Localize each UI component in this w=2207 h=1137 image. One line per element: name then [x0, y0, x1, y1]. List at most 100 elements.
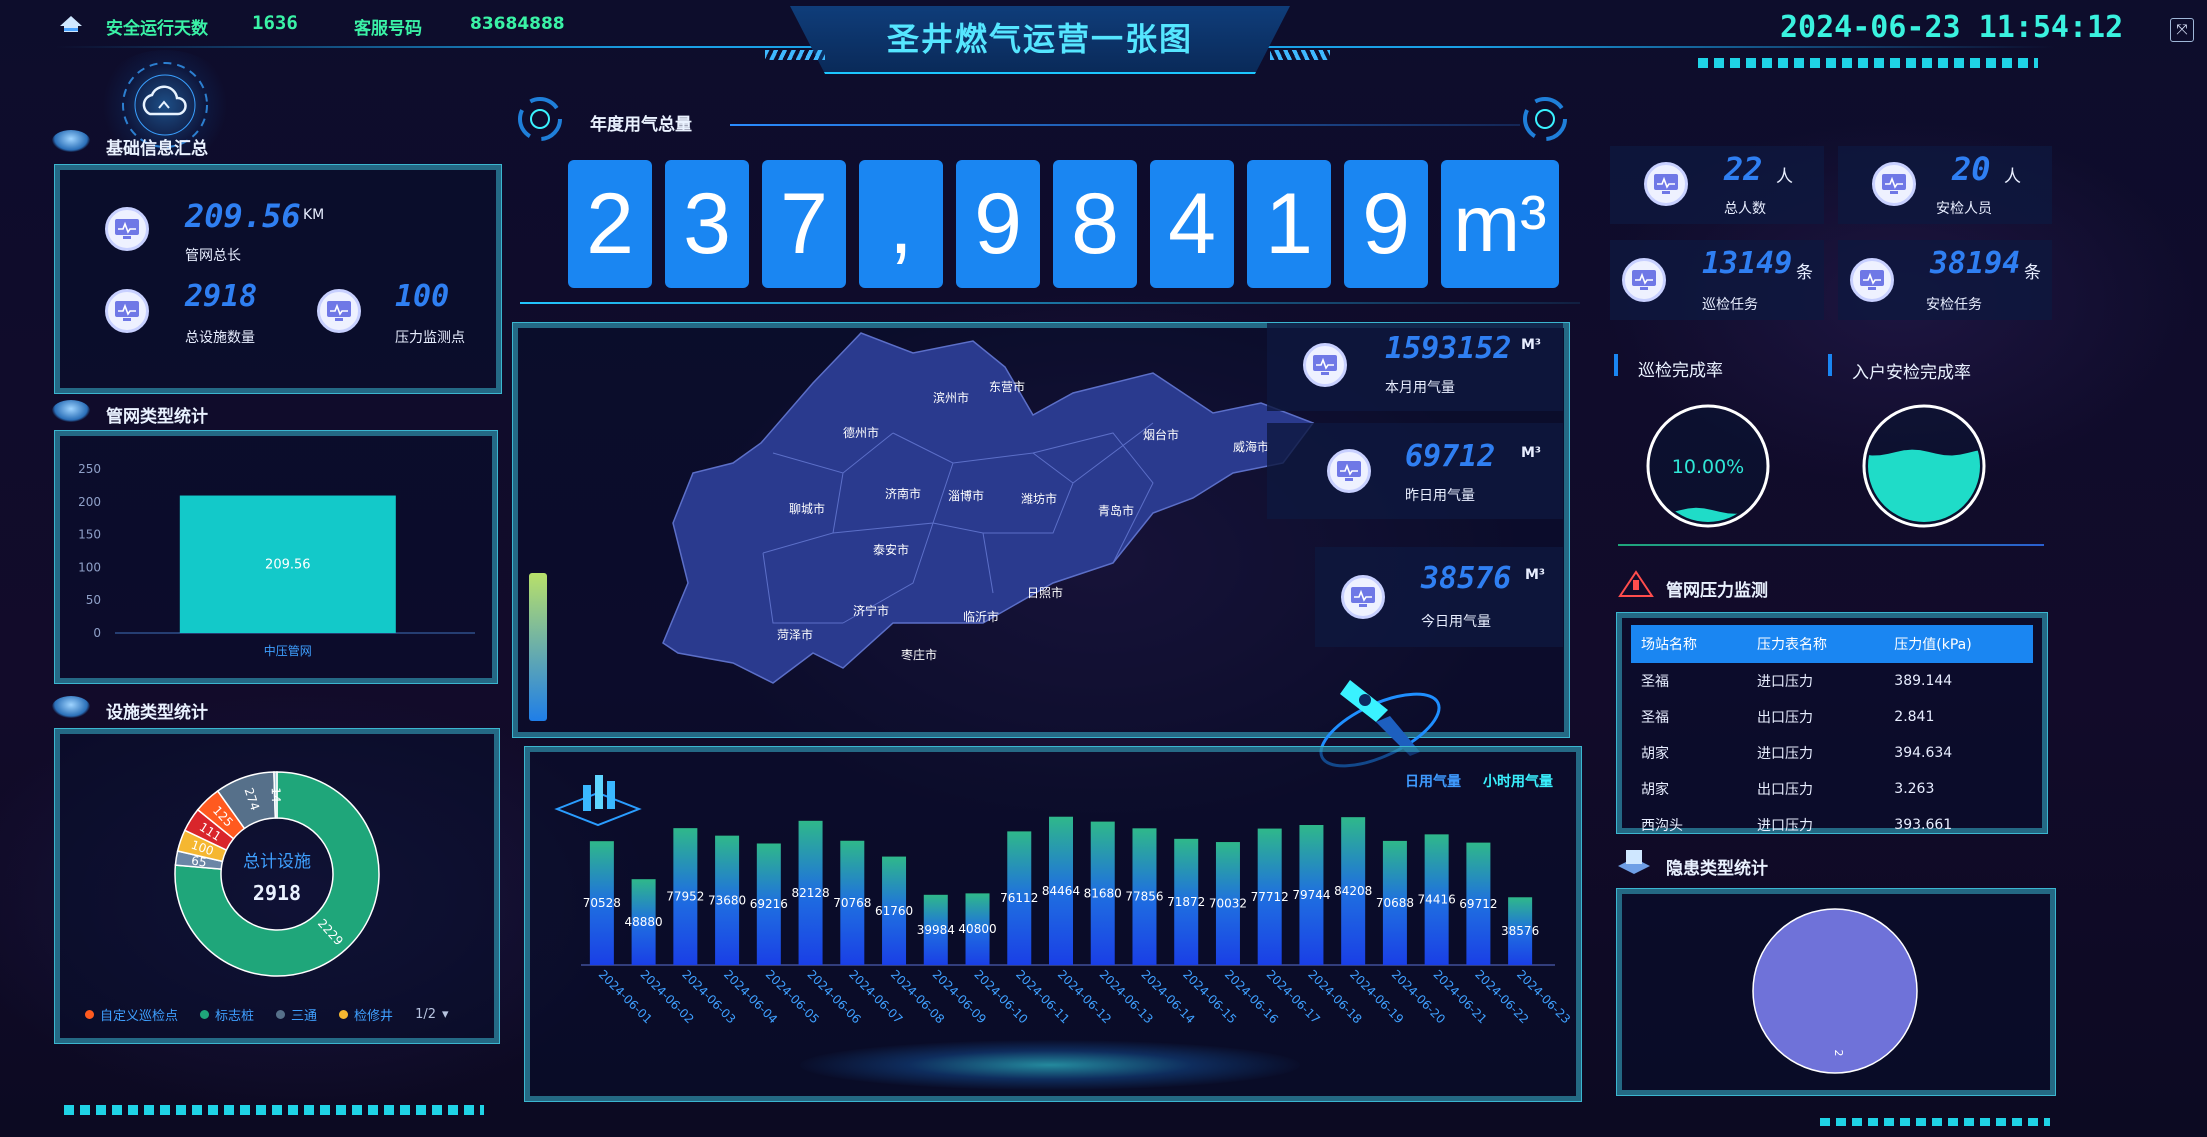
annual-title-line — [730, 124, 1520, 126]
annual-digits: 2 3 7 , 9 8 4 1 9 m³ — [568, 160, 1559, 288]
safe-days-label: 安全运行天数 — [106, 19, 208, 39]
basic-info-panel: 209.56 KM 管网总长 2918 总设施数量 100 压力监测点 — [54, 164, 502, 394]
map-city-label[interactable]: 烟台市 — [1143, 427, 1179, 442]
map-city-label[interactable]: 东营市 — [989, 379, 1025, 394]
bar-value-label: 81680 — [1084, 886, 1122, 900]
cell: 出口压力 — [1756, 710, 1813, 726]
legend-dot — [200, 1010, 210, 1019]
card-label: 巡检任务 — [1702, 297, 1758, 313]
pressure-title-icon — [1616, 566, 1656, 598]
bar-value-label: 77856 — [1125, 890, 1163, 904]
digit: 3 — [665, 160, 749, 288]
service-number: 83684888 — [470, 14, 565, 34]
pressure-panel: 场站名称 压力表名称 压力值(kPa) 圣福 进口压力 389.144 圣福 出口压力… — [1616, 612, 2048, 834]
pipe-length-unit: KM — [303, 207, 325, 223]
legend-item[interactable]: 标志桩 — [200, 1005, 254, 1024]
ring-deco-icon — [515, 94, 565, 144]
bar-value-label: 61760 — [875, 904, 913, 918]
bar-value-label: 69216 — [750, 897, 788, 911]
pie-slice — [1752, 908, 1918, 1074]
bar-value-label: 71872 — [1167, 895, 1205, 909]
bar-value-label: 40800 — [958, 922, 996, 936]
table-row[interactable]: 西沟头 进口压力 393.661 — [1631, 807, 2033, 843]
table-row[interactable]: 胡家 进口压力 394.634 — [1631, 735, 2033, 771]
stat-value: 38576 — [1421, 561, 1512, 596]
legend-label: 自定义巡检点 — [100, 1009, 179, 1024]
digit: 7 — [762, 160, 846, 288]
monitor-icon — [1644, 162, 1688, 206]
card-label: 总人数 — [1724, 201, 1766, 217]
facility-type-icon — [52, 696, 90, 718]
map-city-label[interactable]: 泰安市 — [873, 542, 909, 557]
basic-info-title: 基础信息汇总 — [106, 139, 208, 159]
map-city-label[interactable]: 济南市 — [885, 486, 921, 501]
map-color-scale — [529, 573, 547, 721]
digit: 1 — [1247, 160, 1331, 288]
pressure-title: 管网压力监测 — [1666, 581, 1768, 601]
column-header: 场站名称 — [1631, 625, 1747, 663]
legend-item[interactable]: 三通 — [276, 1005, 317, 1024]
bar-value-label: 48880 — [625, 915, 663, 929]
bar-value-label: 209.56 — [265, 557, 311, 572]
stat-value: 1593152 — [1385, 331, 1512, 366]
legend-dot — [85, 1010, 94, 1019]
donut-center-value: 2918 — [252, 881, 302, 905]
bar-value-label: 70688 — [1376, 896, 1414, 910]
bar-value-label: 84208 — [1334, 884, 1372, 898]
map-city-label[interactable]: 日照市 — [1027, 585, 1063, 600]
map-city-label[interactable]: 淄博市 — [948, 488, 984, 503]
cell: 胡家 — [1641, 782, 1669, 798]
exit-fullscreen-button[interactable]: ⤧ — [2170, 18, 2194, 42]
table-row[interactable]: 胡家 出口压力 3.263 — [1631, 771, 2033, 807]
map-city-label[interactable]: 枣庄市 — [901, 647, 937, 662]
stat-value: 69712 — [1405, 439, 1496, 474]
digit: , — [859, 160, 943, 288]
map-city-label[interactable]: 滨州市 — [933, 390, 969, 405]
map-city-label[interactable]: 聊城市 — [789, 501, 825, 516]
legend-pager[interactable]: 1/2 ▾ — [415, 1005, 448, 1024]
stat-month: 1593152 M³ 本月用气量 — [1267, 323, 1563, 411]
title-deco-right — [1270, 50, 1330, 60]
bar-value-label: 77952 — [666, 890, 704, 904]
card-unit: 条 — [1796, 263, 1813, 283]
map-city-label[interactable]: 济宁市 — [853, 603, 889, 618]
safety-task-card: 38194 条 安检任务 — [1838, 240, 2052, 320]
rates-divider — [1618, 544, 2044, 546]
rate-marker — [1614, 354, 1618, 376]
stat-label: 今日用气量 — [1421, 614, 1491, 630]
bar-value-label: 70768 — [833, 896, 871, 910]
y-tick-label: 250 — [78, 462, 101, 476]
hazard-pie: 2 — [1752, 908, 1918, 1074]
map-city-label[interactable]: 青岛市 — [1098, 503, 1134, 518]
cell: 西沟头 — [1641, 818, 1683, 834]
patrol-rate-title: 巡检完成率 — [1638, 361, 1723, 381]
cell: 出口压力 — [1756, 782, 1813, 798]
bar-value-label: 70032 — [1209, 897, 1247, 911]
map-city-label[interactable]: 临沂市 — [963, 609, 999, 624]
map-city-label[interactable]: 威海市 — [1233, 439, 1269, 454]
legend-item[interactable]: 检修井 — [339, 1005, 393, 1024]
digit: 8 — [1053, 160, 1137, 288]
map-city-label[interactable]: 菏泽市 — [777, 627, 813, 642]
bar-value-label: 70528 — [583, 896, 621, 910]
facility-type-title: 设施类型统计 — [106, 703, 208, 723]
page-title: 圣井燃气运营一张图 — [886, 20, 1193, 58]
platform-glow — [800, 1040, 1300, 1090]
monitor-icon — [1341, 575, 1385, 619]
pager-next-icon[interactable]: ▾ — [442, 1007, 449, 1022]
table-row[interactable]: 圣福 出口压力 2.841 — [1631, 699, 2033, 735]
legend-label: 三通 — [291, 1009, 318, 1024]
pipe-length-label: 管网总长 — [185, 248, 241, 264]
patrol-rate-gauge: 10.00% — [1646, 404, 1770, 528]
stat-unit: M³ — [1525, 567, 1546, 583]
safe-days-value: 1636 — [252, 12, 298, 34]
y-tick-label: 50 — [86, 593, 101, 607]
map-city-label[interactable]: 潍坊市 — [1021, 491, 1057, 506]
table-row[interactable]: 圣福 进口压力 389.144 — [1631, 663, 2033, 699]
legend-dot — [276, 1010, 286, 1019]
stat-yesterday: 69712 M³ 昨日用气量 — [1267, 423, 1563, 519]
service-label: 客服号码 — [354, 19, 422, 39]
legend-item[interactable]: 自定义巡检点 — [85, 1005, 178, 1024]
title-deco-left — [765, 50, 825, 60]
map-city-label[interactable]: 德州市 — [843, 425, 879, 440]
